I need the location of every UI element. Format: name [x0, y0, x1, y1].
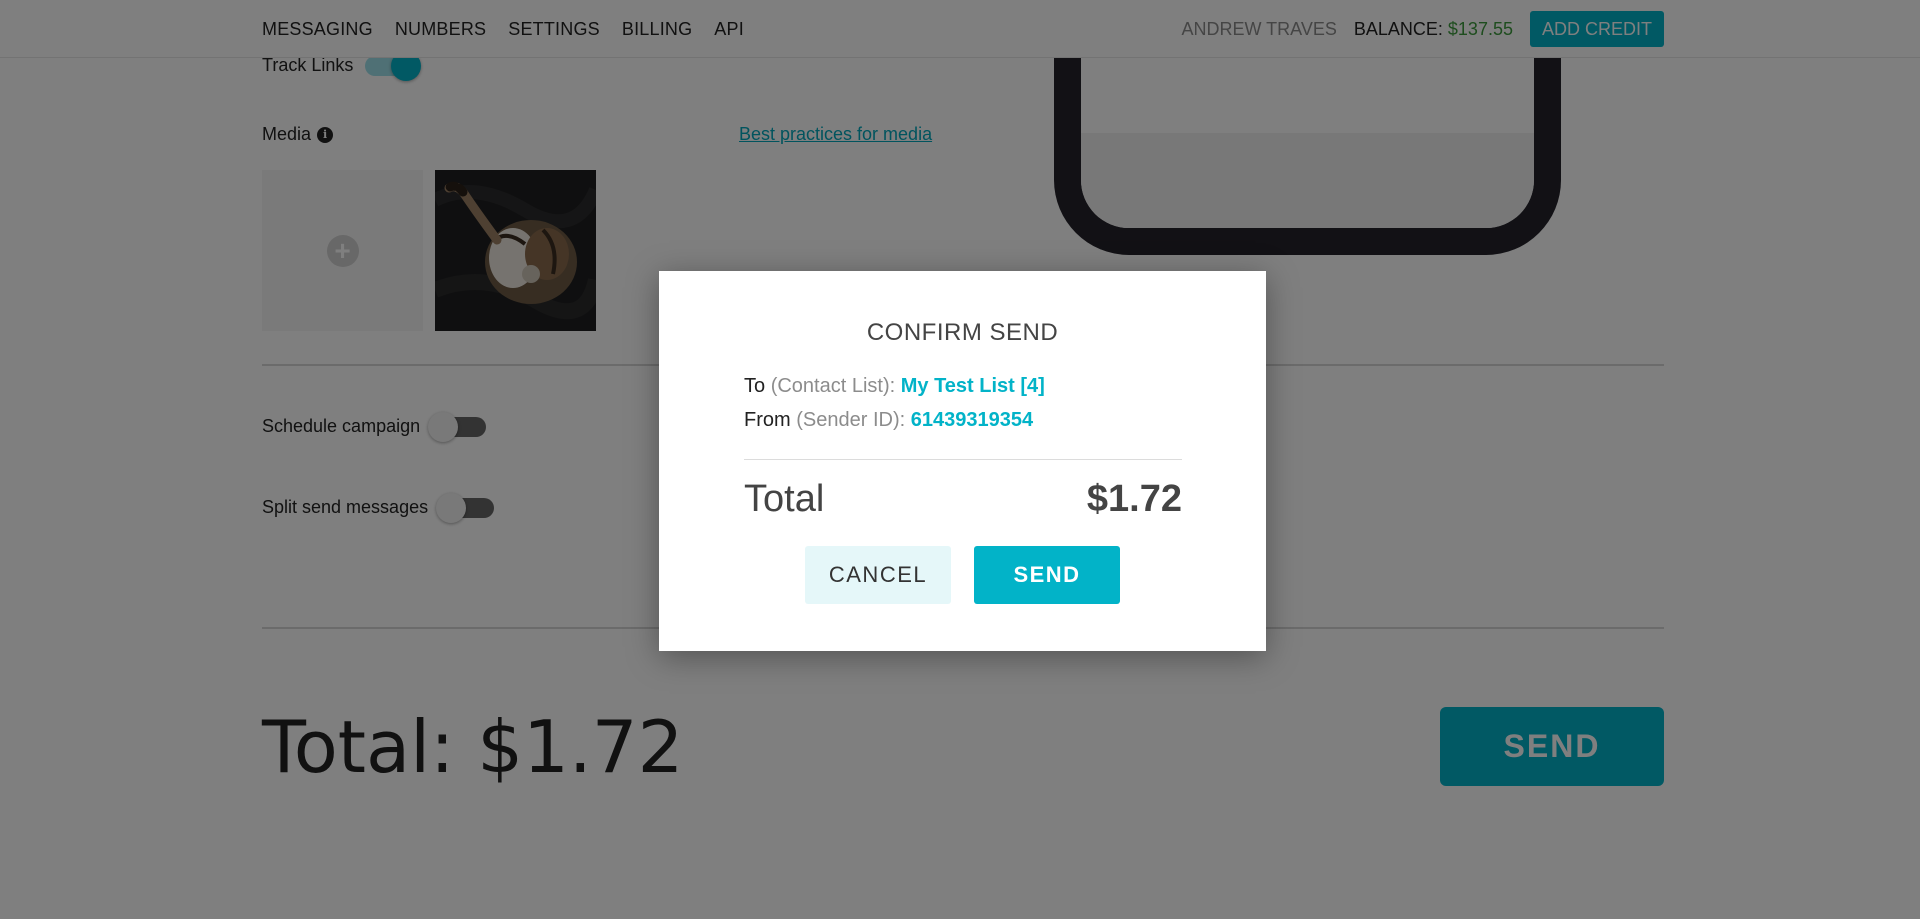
to-hint: (Contact List):: [770, 375, 896, 397]
to-value: My Test List [4]: [900, 375, 1045, 397]
dialog-total-label: Total: [744, 478, 825, 520]
dialog-title: CONFIRM SEND: [866, 319, 1059, 346]
confirm-send-dialog: CONFIRM SEND To (Contact List): My Test …: [659, 271, 1266, 651]
dialog-divider: [744, 459, 1182, 460]
from-label: From: [744, 409, 791, 431]
from-hint: (Sender ID):: [796, 409, 906, 431]
from-value: 61439319354: [910, 409, 1034, 431]
to-label: To: [744, 375, 766, 397]
cancel-button[interactable]: CANCEL: [805, 546, 951, 604]
dialog-send-button[interactable]: SEND: [974, 546, 1120, 604]
dialog-total-value: $1.72: [1086, 478, 1182, 520]
dialog-from-line: From (Sender ID): 61439319354: [744, 409, 1033, 432]
dialog-to-line: To (Contact List): My Test List [4]: [744, 375, 1045, 398]
